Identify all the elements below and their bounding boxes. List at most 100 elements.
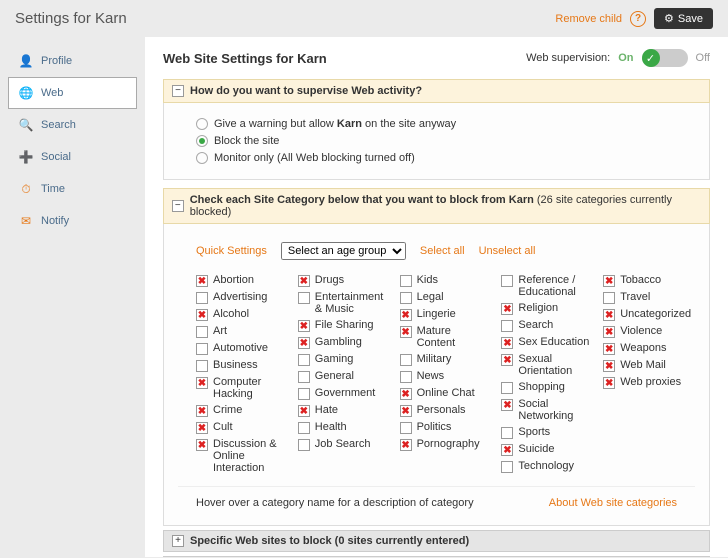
- category-item[interactable]: Tobacco: [603, 274, 695, 287]
- category-item[interactable]: Advertising: [196, 291, 288, 304]
- category-item[interactable]: Business: [196, 359, 288, 372]
- checkbox-icon[interactable]: [603, 360, 615, 372]
- checkbox-icon[interactable]: [501, 461, 513, 473]
- about-categories-link[interactable]: About Web site categories: [549, 497, 677, 509]
- category-item[interactable]: Gambling: [298, 336, 390, 349]
- category-item[interactable]: Entertainment & Music: [298, 291, 390, 315]
- category-item[interactable]: Search: [501, 319, 593, 332]
- sidebar-item-search[interactable]: 🔍Search: [8, 109, 137, 141]
- checkbox-icon[interactable]: [196, 422, 208, 434]
- category-item[interactable]: Job Search: [298, 438, 390, 451]
- checkbox-icon[interactable]: [196, 439, 208, 451]
- category-item[interactable]: File Sharing: [298, 319, 390, 332]
- checkbox-icon[interactable]: [400, 422, 412, 434]
- collapse-icon[interactable]: −: [172, 200, 184, 212]
- checkbox-icon[interactable]: [603, 326, 615, 338]
- checkbox-icon[interactable]: [603, 377, 615, 389]
- checkbox-icon[interactable]: [501, 427, 513, 439]
- supervise-option[interactable]: Give a warning but allow Karn on the sit…: [178, 118, 695, 130]
- checkbox-icon[interactable]: [298, 275, 310, 287]
- category-item[interactable]: Sports: [501, 426, 593, 439]
- category-item[interactable]: News: [400, 370, 492, 383]
- category-item[interactable]: Reference / Educational: [501, 274, 593, 298]
- supervise-option[interactable]: Monitor only (All Web blocking turned of…: [178, 152, 695, 164]
- checkbox-icon[interactable]: [196, 326, 208, 338]
- category-item[interactable]: Shopping: [501, 381, 593, 394]
- checkbox-icon[interactable]: [603, 309, 615, 321]
- unselect-all-link[interactable]: Unselect all: [479, 245, 536, 257]
- supervise-option[interactable]: Block the site: [178, 135, 695, 147]
- category-item[interactable]: Uncategorized: [603, 308, 695, 321]
- category-item[interactable]: Sex Education: [501, 336, 593, 349]
- category-item[interactable]: Hate: [298, 404, 390, 417]
- checkbox-icon[interactable]: [400, 371, 412, 383]
- category-item[interactable]: Online Chat: [400, 387, 492, 400]
- category-item[interactable]: Web proxies: [603, 376, 695, 389]
- checkbox-icon[interactable]: [400, 326, 412, 338]
- category-item[interactable]: Military: [400, 353, 492, 366]
- checkbox-icon[interactable]: [196, 309, 208, 321]
- category-item[interactable]: Social Networking: [501, 398, 593, 422]
- category-item[interactable]: Travel: [603, 291, 695, 304]
- category-item[interactable]: Web Mail: [603, 359, 695, 372]
- sidebar-item-time[interactable]: ⏱Time: [8, 173, 137, 205]
- checkbox-icon[interactable]: [298, 320, 310, 332]
- remove-child-link[interactable]: Remove child: [555, 13, 622, 25]
- checkbox-icon[interactable]: [196, 275, 208, 287]
- checkbox-icon[interactable]: [196, 405, 208, 417]
- checkbox-icon[interactable]: [400, 292, 412, 304]
- sidebar-item-notify[interactable]: ✉Notify: [8, 205, 137, 237]
- section-allow-sites-header[interactable]: + Specific Web sites to allow (3 sites c…: [163, 556, 710, 557]
- checkbox-icon[interactable]: [298, 439, 310, 451]
- radio-icon[interactable]: [196, 135, 208, 147]
- checkbox-icon[interactable]: [603, 275, 615, 287]
- checkbox-icon[interactable]: [298, 388, 310, 400]
- checkbox-icon[interactable]: [196, 360, 208, 372]
- checkbox-icon[interactable]: [501, 337, 513, 349]
- category-item[interactable]: Kids: [400, 274, 492, 287]
- category-item[interactable]: Mature Content: [400, 325, 492, 349]
- category-item[interactable]: Automotive: [196, 342, 288, 355]
- checkbox-icon[interactable]: [298, 371, 310, 383]
- category-item[interactable]: Personals: [400, 404, 492, 417]
- category-item[interactable]: Health: [298, 421, 390, 434]
- category-item[interactable]: General: [298, 370, 390, 383]
- category-item[interactable]: Pornography: [400, 438, 492, 451]
- checkbox-icon[interactable]: [501, 303, 513, 315]
- checkbox-icon[interactable]: [400, 354, 412, 366]
- supervision-toggle[interactable]: ✓: [642, 49, 688, 67]
- checkbox-icon[interactable]: [196, 377, 208, 389]
- age-group-select[interactable]: Select an age group: [281, 242, 406, 260]
- checkbox-icon[interactable]: [400, 275, 412, 287]
- checkbox-icon[interactable]: [400, 439, 412, 451]
- checkbox-icon[interactable]: [196, 292, 208, 304]
- category-item[interactable]: Legal: [400, 291, 492, 304]
- help-icon[interactable]: ?: [630, 11, 646, 27]
- checkbox-icon[interactable]: [501, 354, 513, 366]
- checkbox-icon[interactable]: [298, 337, 310, 349]
- checkbox-icon[interactable]: [501, 399, 513, 411]
- checkbox-icon[interactable]: [298, 422, 310, 434]
- category-item[interactable]: Politics: [400, 421, 492, 434]
- category-item[interactable]: Alcohol: [196, 308, 288, 321]
- checkbox-icon[interactable]: [501, 382, 513, 394]
- checkbox-icon[interactable]: [298, 354, 310, 366]
- category-item[interactable]: Drugs: [298, 274, 390, 287]
- checkbox-icon[interactable]: [603, 292, 615, 304]
- checkbox-icon[interactable]: [196, 343, 208, 355]
- sidebar-item-profile[interactable]: 👤Profile: [8, 45, 137, 77]
- sidebar-item-social[interactable]: ➕Social: [8, 141, 137, 173]
- category-item[interactable]: Government: [298, 387, 390, 400]
- category-item[interactable]: Cult: [196, 421, 288, 434]
- category-item[interactable]: Lingerie: [400, 308, 492, 321]
- checkbox-icon[interactable]: [298, 405, 310, 417]
- select-all-link[interactable]: Select all: [420, 245, 465, 257]
- checkbox-icon[interactable]: [501, 444, 513, 456]
- category-item[interactable]: Computer Hacking: [196, 376, 288, 400]
- category-item[interactable]: Weapons: [603, 342, 695, 355]
- category-item[interactable]: Abortion: [196, 274, 288, 287]
- checkbox-icon[interactable]: [400, 309, 412, 321]
- checkbox-icon[interactable]: [603, 343, 615, 355]
- section-block-sites-header[interactable]: + Specific Web sites to block (0 sites c…: [163, 530, 710, 552]
- category-item[interactable]: Suicide: [501, 443, 593, 456]
